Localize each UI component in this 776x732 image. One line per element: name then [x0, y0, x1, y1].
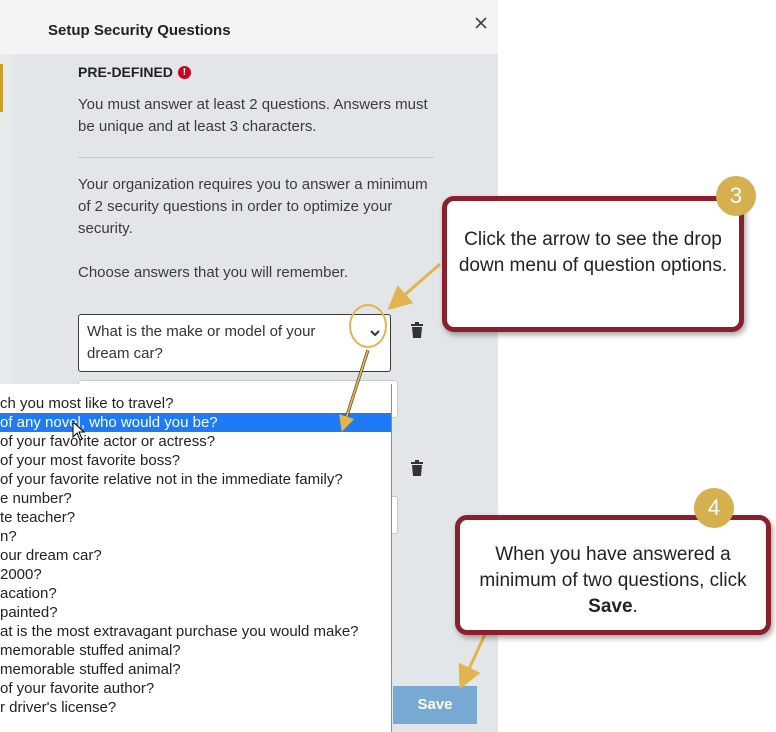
- hint-text: Choose answers that you will remember.: [78, 264, 349, 281]
- step-3-badge: 3: [716, 176, 756, 216]
- security-questions-dialog: Setup Security Questions PRE-DEFINED ! Y…: [0, 0, 498, 732]
- dropdown-option[interactable]: r driver's license?: [0, 698, 391, 717]
- callout-step-3: Click the arrow to see the drop down men…: [442, 196, 744, 332]
- trash-icon[interactable]: [410, 460, 424, 481]
- alert-icon: !: [177, 65, 191, 79]
- dropdown-option[interactable]: our dream car?: [0, 546, 391, 565]
- highlight-ring: [349, 304, 387, 348]
- trash-icon[interactable]: [410, 322, 424, 343]
- dropdown-option[interactable]: e number?: [0, 489, 391, 508]
- dropdown-option[interactable]: acation?: [0, 584, 391, 603]
- callout-step-4-end: .: [632, 596, 638, 617]
- callout-step-4-bold: Save: [588, 596, 633, 617]
- save-button[interactable]: Save: [393, 686, 477, 724]
- callout-step-4: When you have answered a minimum of two …: [455, 515, 771, 635]
- section-title: PRE-DEFINED !: [78, 64, 191, 80]
- requirement-text: Your organization requires you to answer…: [78, 176, 428, 237]
- instruction-text: You must answer at least 2 questions. An…: [78, 96, 428, 135]
- question-dropdown-list[interactable]: ch you most like to travel? of any novel…: [0, 384, 392, 732]
- dropdown-option[interactable]: n?: [0, 527, 391, 546]
- dropdown-option[interactable]: 2000?: [0, 565, 391, 584]
- dropdown-option[interactable]: at is the most extravagant purchase you …: [0, 622, 391, 641]
- dropdown-option[interactable]: of your favorite author?: [0, 679, 391, 698]
- selected-question-text: What is the make or model of your dream …: [87, 323, 316, 362]
- close-icon[interactable]: [472, 14, 490, 32]
- mouse-cursor-icon: [72, 420, 86, 446]
- step-4-badge: 4: [694, 488, 734, 528]
- dropdown-option[interactable]: of your most favorite boss?: [0, 451, 391, 470]
- dropdown-option[interactable]: memorable stuffed animal?: [0, 641, 391, 660]
- question-select[interactable]: What is the make or model of your dream …: [78, 314, 391, 372]
- dropdown-option[interactable]: of your favorite actor or actress?: [0, 432, 391, 451]
- divider: [78, 157, 434, 158]
- section-title-text: PRE-DEFINED: [78, 64, 173, 80]
- callout-step-4-text: When you have answered a minimum of two …: [479, 544, 747, 591]
- dropdown-option[interactable]: of your favorite relative not in the imm…: [0, 470, 391, 489]
- dropdown-option[interactable]: memorable stuffed animal?: [0, 660, 391, 679]
- dialog-header: Setup Security Questions: [0, 0, 498, 54]
- dropdown-option-selected[interactable]: of any novel, who would you be?: [0, 413, 391, 432]
- dialog-title: Setup Security Questions: [48, 22, 231, 39]
- dropdown-option[interactable]: ch you most like to travel?: [0, 394, 391, 413]
- dropdown-option[interactable]: painted?: [0, 603, 391, 622]
- callout-step-3-text: Click the arrow to see the drop down men…: [458, 229, 728, 276]
- dropdown-option[interactable]: te teacher?: [0, 508, 391, 527]
